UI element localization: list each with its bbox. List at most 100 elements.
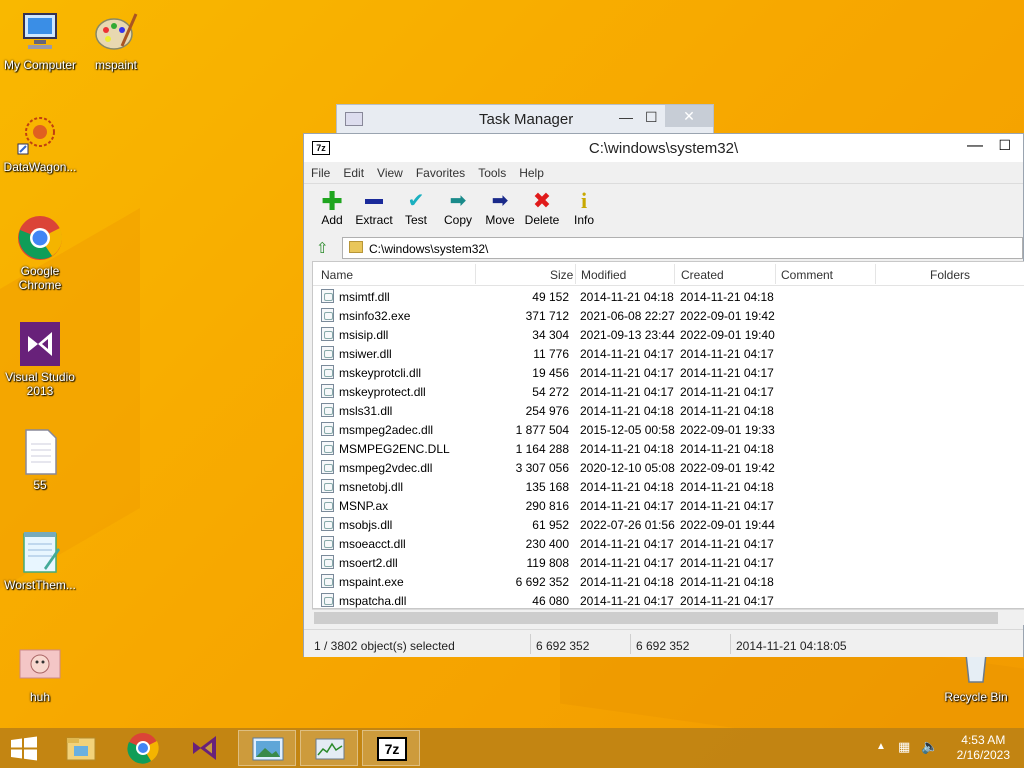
table-row[interactable]: mspaint.exe 6 692 352 2014-11-21 04:18 2014… — [313, 572, 1024, 591]
column-folders[interactable]: Folders — [930, 268, 970, 282]
minimize-button[interactable]: — — [967, 137, 983, 155]
task-manager-window[interactable]: Task Manager — ☐ ✕ — [336, 104, 714, 134]
table-row[interactable]: msinfo32.exe 371 712 2021-06-08 22:27 2022-… — [313, 306, 1024, 325]
table-row[interactable]: MSNP.ax 290 816 2014-11-21 04:17 2014-11-21… — [313, 496, 1024, 515]
add-button[interactable]: ✚ Add — [312, 186, 352, 227]
taskbar-7zip[interactable]: 7z — [362, 730, 420, 766]
column-name[interactable]: Name — [321, 268, 353, 282]
extract-button[interactable]: Extract — [354, 189, 394, 227]
desktop-icon-visual-studio[interactable]: Visual Studio 2013 — [0, 320, 80, 398]
desktop-icon-datawagon[interactable]: DataWagon... — [0, 110, 80, 174]
cell-name: MSMPEG2ENC.DLL — [339, 442, 450, 456]
clock-time: 4:53 AM — [961, 733, 1006, 747]
sevenzip-window[interactable]: 7z C:\windows\system32\ — ☐ File Edit View… — [303, 133, 1024, 657]
table-row[interactable]: mspatcha.dll 46 080 2014-11-21 04:17 2014-1… — [313, 591, 1024, 608]
table-row[interactable]: msobjs.dll 61 952 2022-07-26 01:56 2022-09-… — [313, 515, 1024, 534]
menu-edit[interactable]: Edit — [336, 162, 370, 180]
taskbar-chrome[interactable] — [114, 730, 172, 766]
column-modified[interactable]: Modified — [581, 268, 626, 282]
dll-file-icon — [321, 327, 334, 341]
close-button[interactable]: ✕ — [665, 105, 713, 127]
dll-file-icon — [321, 479, 334, 493]
delete-x-icon: ✖ — [532, 188, 552, 213]
clock[interactable]: 4:53 AM 2/16/2023 — [957, 733, 1010, 763]
table-row[interactable]: msls31.dll 254 976 2014-11-21 04:18 2014-11… — [313, 401, 1024, 420]
table-row[interactable]: msimtf.dll 49 152 2014-11-21 04:18 2014-11-… — [313, 287, 1024, 306]
desktop-icon-my-computer[interactable]: My Computer — [0, 8, 80, 72]
cell-created: 2014-11-21 04:17 — [680, 594, 774, 608]
table-row[interactable]: msmpeg2adec.dll 1 877 504 2015-12-05 00:58… — [313, 420, 1024, 439]
cell-name: msmpeg2vdec.dll — [339, 461, 433, 475]
maximize-button[interactable]: ☐ — [998, 137, 1011, 154]
file-explorer-icon — [66, 737, 96, 761]
show-hidden-icons-icon[interactable]: ▲ — [876, 741, 886, 752]
folder-up-icon[interactable]: ⇧ — [316, 239, 329, 257]
table-row[interactable]: msoeacct.dll 230 400 2014-11-21 04:17 2014-… — [313, 534, 1024, 553]
file-list[interactable]: Name Size Modified Created Comment Folde… — [312, 261, 1024, 609]
taskbar-visual-studio[interactable] — [176, 730, 234, 766]
column-created[interactable]: Created — [681, 268, 724, 282]
dll-file-icon — [321, 460, 334, 474]
cell-modified: 2015-12-05 00:58 — [580, 423, 675, 437]
cell-created: 2022-09-01 19:44 — [680, 518, 775, 532]
dll-file-icon — [321, 498, 334, 512]
move-button[interactable]: ➡ Move — [480, 189, 520, 227]
info-button[interactable]: i Info — [564, 189, 604, 228]
desktop-icon-label: WorstThem... — [4, 578, 76, 592]
title-bar[interactable]: 7z C:\windows\system32\ — ☐ — [304, 134, 1023, 162]
volume-icon[interactable]: 🔈 — [921, 738, 938, 755]
cell-modified: 2014-11-21 04:17 — [580, 347, 674, 361]
notepad-icon — [16, 528, 64, 576]
status-bar: 1 / 3802 object(s) selected 6 692 352 6 … — [304, 629, 1023, 657]
taskbar-file-explorer[interactable] — [52, 730, 110, 766]
table-row[interactable]: msisip.dll 34 304 2021-09-13 23:44 2022-09-… — [313, 325, 1024, 344]
task-manager-title: Task Manager — [479, 111, 574, 128]
menu-help[interactable]: Help — [512, 162, 550, 180]
column-size[interactable]: Size — [550, 268, 573, 282]
cell-size: 135 168 — [525, 480, 569, 494]
scrollbar-thumb[interactable] — [314, 612, 998, 624]
minimize-button[interactable]: — — [619, 109, 633, 125]
column-header: Name Size Modified Created Comment Folde… — [313, 262, 1024, 286]
taskbar-task-manager[interactable] — [300, 730, 358, 766]
column-comment[interactable]: Comment — [781, 268, 833, 282]
menu-view[interactable]: View — [370, 162, 409, 180]
desktop-icon-mspaint[interactable]: mspaint — [76, 8, 156, 72]
status-date: 2014-11-21 04:18:05 — [736, 639, 847, 653]
taskbar-image-viewer[interactable] — [238, 730, 296, 766]
maximize-button[interactable]: ☐ — [645, 109, 658, 126]
table-row[interactable]: msmpeg2vdec.dll 3 307 056 2020-12-10 05:08… — [313, 458, 1024, 477]
cell-created: 2022-09-01 19:42 — [680, 309, 775, 323]
table-row[interactable]: mskeyprotect.dll 54 272 2014-11-21 04:17 20… — [313, 382, 1024, 401]
dll-file-icon — [321, 593, 334, 607]
copy-button[interactable]: ➡ Copy — [438, 189, 478, 227]
desktop-icon-chrome[interactable]: Google Chrome — [0, 214, 80, 292]
table-row[interactable]: msiwer.dll 11 776 2014-11-21 04:17 2014-11-… — [313, 344, 1024, 363]
table-row[interactable]: msoert2.dll 119 808 2014-11-21 04:17 2014-1… — [313, 553, 1024, 572]
table-row[interactable]: MSMPEG2ENC.DLL 1 164 288 2014-11-21 04:18 2… — [313, 439, 1024, 458]
cell-modified: 2021-06-08 22:27 — [580, 309, 675, 323]
sunburst-icon — [16, 110, 64, 158]
cell-size: 119 808 — [526, 556, 570, 570]
test-button[interactable]: ✔ Test — [396, 189, 436, 227]
cell-modified: 2014-11-21 04:18 — [580, 480, 674, 494]
network-icon[interactable]: ▦ — [898, 739, 910, 755]
desktop-icon-worsttheme[interactable]: WorstThem... — [0, 528, 80, 592]
table-row[interactable]: mskeyprotcli.dll 19 456 2014-11-21 04:17 20… — [313, 363, 1024, 382]
dll-file-icon — [321, 384, 334, 398]
plus-icon: ✚ — [321, 186, 343, 216]
menu-favorites[interactable]: Favorites — [409, 162, 471, 180]
cell-size: 49 152 — [532, 290, 569, 304]
menu-tools[interactable]: Tools — [471, 162, 512, 180]
desktop-icon-label: My Computer — [3, 58, 77, 72]
table-row[interactable]: msnetobj.dll 135 168 2014-11-21 04:18 2014-… — [313, 477, 1024, 496]
desktop-icon-55[interactable]: 55 — [0, 428, 80, 492]
start-button[interactable] — [0, 730, 48, 766]
address-field[interactable]: C:\windows\system32\ — [342, 237, 1023, 259]
horizontal-scrollbar[interactable] — [312, 609, 1024, 625]
delete-button[interactable]: ✖ Delete — [522, 188, 562, 228]
dll-file-icon — [321, 289, 334, 303]
toolbar: ✚ Add Extract ✔ Test ➡ Copy ➡ Move ✖ Del… — [304, 185, 1023, 235]
desktop-icon-huh[interactable]: huh — [0, 640, 80, 704]
menu-file[interactable]: File — [304, 162, 336, 180]
